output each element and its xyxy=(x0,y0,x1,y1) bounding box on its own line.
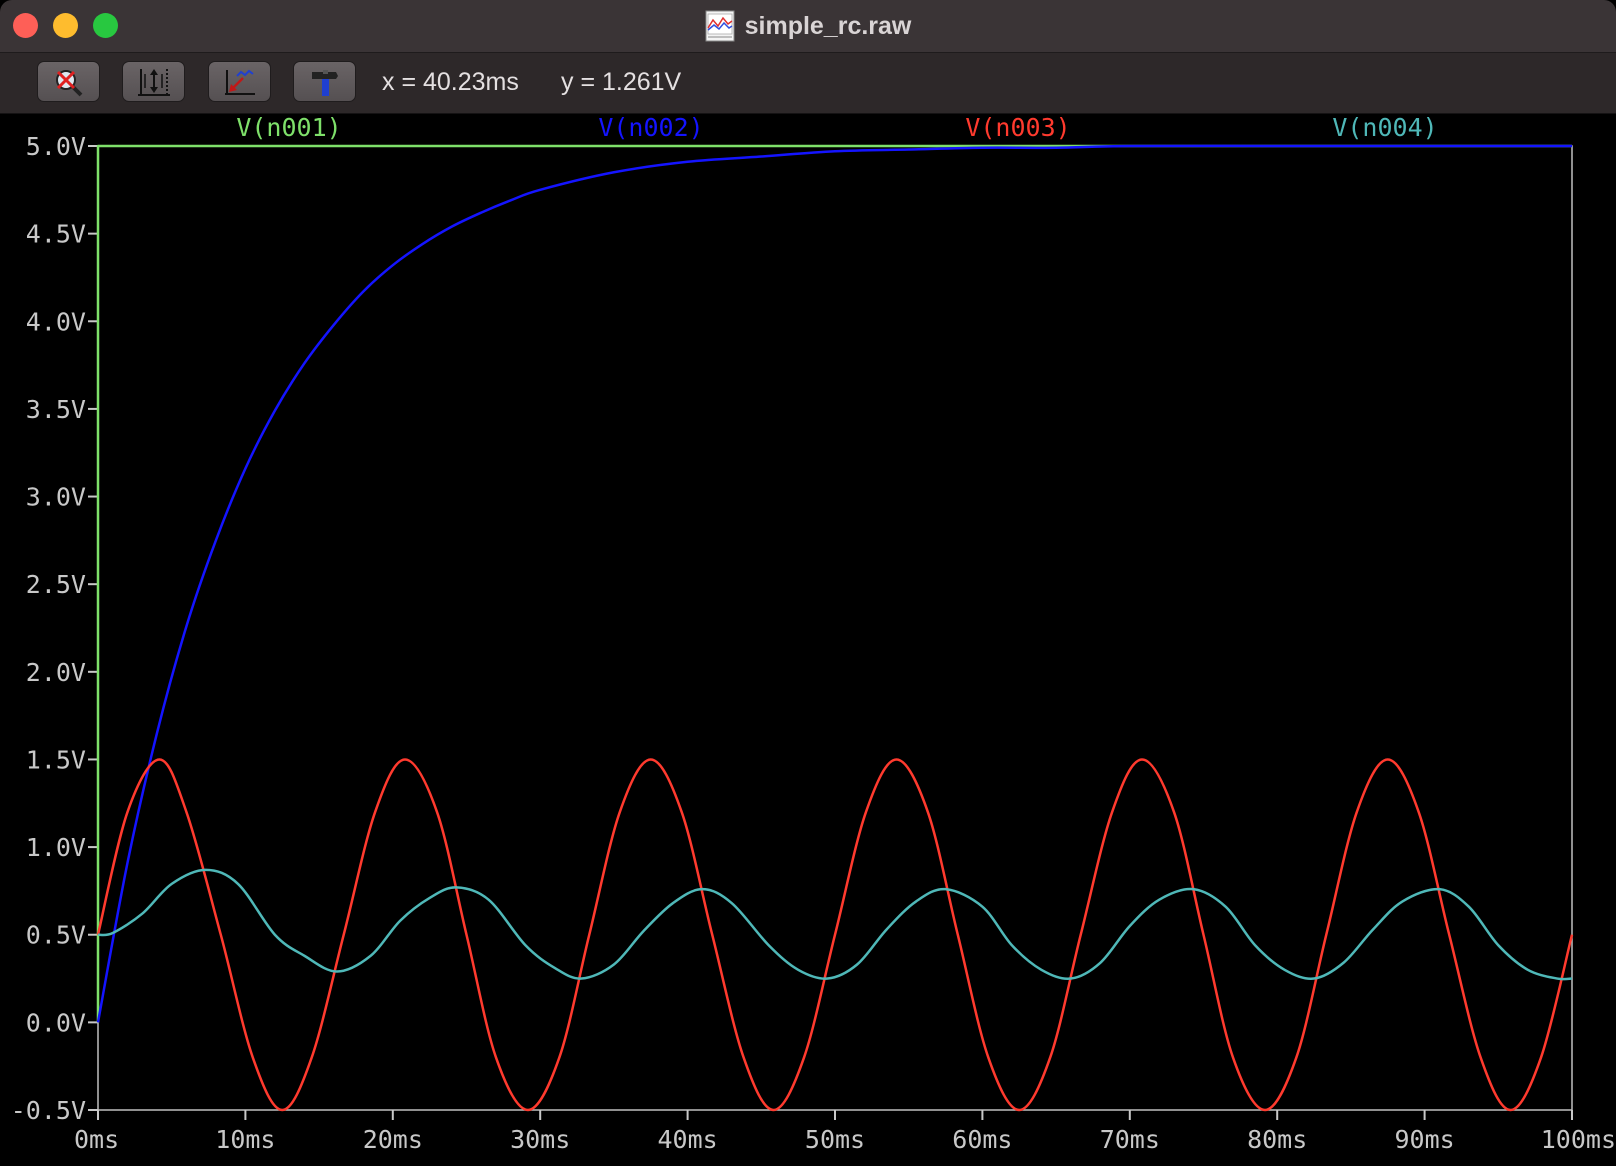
y-tick-label: -0.5V xyxy=(11,1096,86,1125)
toolbar xyxy=(0,53,1616,114)
y-tick-label: 0.0V xyxy=(26,1008,86,1037)
trace-vn004[interactable] xyxy=(97,868,1573,981)
x-tick-label: 50ms xyxy=(805,1125,865,1154)
window-title: simple_rc.raw xyxy=(744,11,912,40)
hammer-icon xyxy=(311,69,338,96)
autorange-y-button[interactable] xyxy=(122,61,185,102)
x-tick-label: 10ms xyxy=(215,1125,275,1154)
zoom-back-icon xyxy=(224,69,255,95)
x-tick-label: 100ms xyxy=(1541,1125,1616,1154)
magnifier-cross-icon xyxy=(55,69,82,96)
legend-vn002[interactable]: V(n002) xyxy=(598,114,703,142)
y-tick-label: 4.0V xyxy=(26,307,86,336)
vertical-range-icon xyxy=(137,68,170,96)
cursor-x-readout: x = 40.23ms xyxy=(382,68,519,96)
x-tick-label: 90ms xyxy=(1394,1125,1454,1154)
legend-vn004[interactable]: V(n004) xyxy=(1332,114,1437,142)
window-title-group: simple_rc.raw xyxy=(0,0,1616,52)
x-tick-label: 0ms xyxy=(74,1125,119,1154)
trace-vn002[interactable] xyxy=(96,144,1572,1023)
y-tick-label: 5.0V xyxy=(26,132,86,161)
x-tick-label: 80ms xyxy=(1247,1125,1307,1154)
x-tick-label: 40ms xyxy=(657,1125,717,1154)
x-tick-label: 20ms xyxy=(363,1125,423,1154)
zoom-cancel-button[interactable] xyxy=(37,61,100,102)
cursor-y-readout: y = 1.261V xyxy=(561,68,682,96)
x-tick-label: 30ms xyxy=(510,1125,570,1154)
y-tick-label: 0.5V xyxy=(26,921,86,950)
plot-area[interactable]: 5.0V 4.5V 4.0V 3.5V 3.0V 2.5V 2.0V 1.5V 1.0V 0.5V… xyxy=(0,114,1616,1166)
trace-vn001[interactable] xyxy=(96,144,1572,1023)
y-tick-label: 4.5V xyxy=(26,220,86,249)
y-tick-label: 2.5V xyxy=(26,570,86,599)
waveform-chart[interactable]: 5.0V 4.5V 4.0V 3.5V 3.0V 2.5V 2.0V 1.5V 1.0V 0.5V… xyxy=(0,114,1616,1166)
y-tick-label: 3.5V xyxy=(26,395,86,424)
y-tick-label: 1.5V xyxy=(26,745,86,774)
legend-vn001[interactable]: V(n001) xyxy=(236,114,341,142)
probe-button[interactable] xyxy=(293,61,356,102)
zoom-back-button[interactable] xyxy=(208,61,271,102)
y-tick-label: 3.0V xyxy=(26,483,86,512)
waveform-viewer-window: simple_rc.raw x = 40.23ms y = 1.261V 5.0… xyxy=(0,0,1616,1166)
waveform-document-icon xyxy=(705,10,735,42)
x-tick-label: 70ms xyxy=(1100,1125,1160,1154)
y-tick-label: 1.0V xyxy=(26,833,86,862)
x-tick-label: 60ms xyxy=(952,1125,1012,1154)
y-tick-label: 2.0V xyxy=(26,658,86,687)
title-bar[interactable]: simple_rc.raw xyxy=(0,0,1616,53)
trace-vn003[interactable] xyxy=(96,758,1574,1112)
legend-vn003[interactable]: V(n003) xyxy=(965,114,1070,142)
